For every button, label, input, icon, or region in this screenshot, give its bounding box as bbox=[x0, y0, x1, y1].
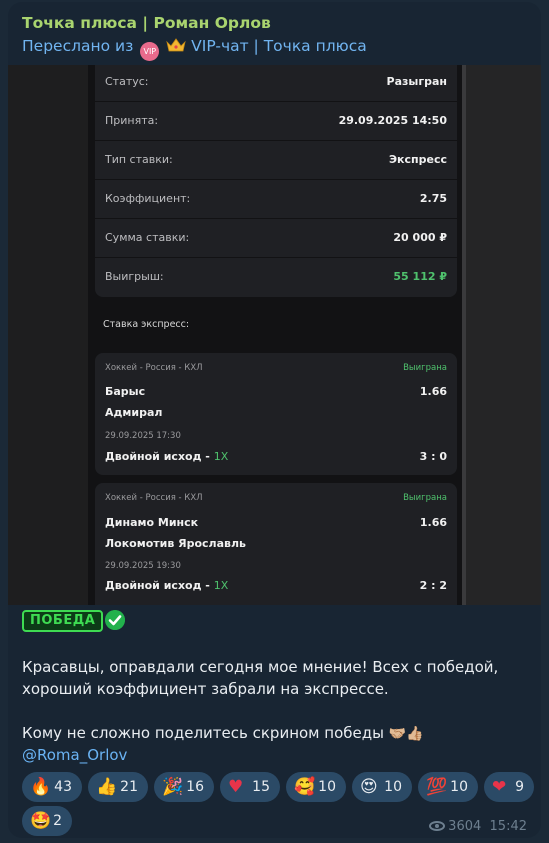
divider bbox=[95, 140, 457, 141]
message-header: Точка плюса | Роман Орлов Переслано из V… bbox=[22, 12, 367, 61]
event-card: Хоккей - Россия - КХЛ Выиграна Барыс 1.6… bbox=[95, 353, 457, 475]
view-count: 3604 bbox=[448, 819, 482, 834]
reaction-fire[interactable]: 🔥 43 bbox=[22, 772, 82, 802]
info-value: Экспресс bbox=[388, 153, 447, 166]
bet-info-panel: Статус: Разыгран Принята: 29.09.2025 14:… bbox=[95, 65, 457, 297]
caption-line-3: Кому не сложно поделитесь скрином победы… bbox=[22, 722, 424, 745]
bet-selection: 1X bbox=[213, 450, 229, 463]
forwarded-from[interactable]: Переслано из VIP VIP-чат | Точка плюса bbox=[22, 34, 367, 61]
info-label: Тип ставки: bbox=[105, 153, 173, 166]
info-row-accepted: Принята: 29.09.2025 14:50 bbox=[105, 108, 447, 134]
handshake-thumbs-icon: 🤝🏼👍🏼 bbox=[388, 726, 424, 742]
divider bbox=[95, 218, 457, 219]
divider bbox=[95, 101, 457, 102]
info-label: Сумма ставки: bbox=[105, 231, 190, 244]
thumbs-up-icon: 👍 bbox=[96, 777, 118, 797]
info-row-status: Статус: Разыгран bbox=[105, 69, 447, 95]
vip-icon: VIP bbox=[140, 42, 160, 61]
caption-line-2: хороший коэффициент забрали на экспрессе… bbox=[22, 680, 389, 698]
forwarded-channel: VIP-чат | Точка плюса bbox=[191, 37, 367, 55]
check-icon bbox=[105, 610, 126, 630]
event-bet: Двойной исход - 1X bbox=[105, 450, 228, 463]
info-value: 2.75 bbox=[419, 192, 447, 205]
event-score: 2 : 2 bbox=[419, 579, 447, 592]
background-blur bbox=[466, 65, 541, 605]
crown-icon bbox=[166, 38, 186, 52]
reaction-count: 16 bbox=[186, 779, 204, 795]
section-title: Ставка экспресс: bbox=[103, 319, 190, 330]
bet-type: Двойной исход - bbox=[105, 450, 214, 463]
event-team2: Локомотив Ярославль bbox=[105, 537, 247, 550]
event-card: Хоккей - Россия - КХЛ Выиграна Динамо Ми… bbox=[95, 483, 457, 605]
info-row-stake: Сумма ставки: 20 000 ₽ bbox=[105, 225, 447, 251]
reaction-thumbs-up[interactable]: 👍 21 bbox=[88, 772, 148, 802]
reaction-heart-fire[interactable]: ❤ 9 bbox=[484, 772, 534, 802]
screenshot-image[interactable]: Статус: Разыгран Принята: 29.09.2025 14:… bbox=[8, 65, 541, 605]
heart-icon: ♥ bbox=[228, 777, 244, 797]
reaction-count: 2 bbox=[53, 813, 62, 829]
event-datetime: 29.09.2025 19:30 bbox=[105, 561, 181, 571]
party-popper-icon: 🎉 bbox=[162, 777, 184, 797]
reaction-count: 10 bbox=[318, 779, 336, 795]
event-status: Выиграна bbox=[403, 363, 447, 373]
message-time: 15:42 bbox=[489, 819, 527, 834]
eye-icon bbox=[429, 821, 446, 831]
victory-label: ПОБЕДА bbox=[22, 610, 104, 632]
share-request: Кому не сложно поделитесь скрином победы bbox=[22, 724, 384, 742]
event-team2: Адмирал bbox=[105, 406, 163, 419]
forwarded-prefix: Переслано из bbox=[22, 37, 134, 55]
info-label: Принята: bbox=[105, 114, 159, 127]
reaction-count: 21 bbox=[120, 779, 138, 795]
event-team1: Барыс bbox=[105, 385, 146, 398]
caption-line-1: Красавцы, оправдали сегодня мое мнение! … bbox=[22, 658, 499, 676]
bet-selection: 1X bbox=[213, 579, 229, 592]
event-odd: 1.66 bbox=[419, 516, 447, 529]
reaction-heart[interactable]: ♥ 15 bbox=[220, 772, 280, 802]
info-label: Выигрыш: bbox=[105, 270, 164, 283]
event-league: Хоккей - Россия - КХЛ bbox=[105, 363, 203, 373]
info-value: 29.09.2025 14:50 bbox=[338, 114, 447, 127]
reaction-star-struck[interactable]: 🤩 2 bbox=[22, 806, 72, 836]
info-value: 55 112 ₽ bbox=[393, 270, 447, 283]
reaction-count: 9 bbox=[515, 779, 524, 795]
reaction-count: 10 bbox=[384, 779, 402, 795]
message-meta: 3604 15:42 bbox=[429, 819, 527, 834]
sender-name[interactable]: Точка плюса | Роман Орлов bbox=[22, 12, 367, 34]
event-odd: 1.66 bbox=[419, 385, 447, 398]
hundred-icon: 💯 bbox=[426, 777, 448, 797]
info-row-coef: Коэффициент: 2.75 bbox=[105, 186, 447, 212]
heart-eyes-icon: 😍 bbox=[360, 777, 378, 797]
event-score: 3 : 0 bbox=[419, 450, 447, 463]
event-status: Выиграна bbox=[403, 493, 447, 503]
event-datetime: 29.09.2025 17:30 bbox=[105, 431, 181, 441]
info-value: 20 000 ₽ bbox=[393, 231, 447, 244]
reaction-smiling-hearts[interactable]: 🥰 10 bbox=[286, 772, 346, 802]
smiling-face-hearts-icon: 🥰 bbox=[294, 777, 316, 797]
event-bet: Двойной исход - 1X bbox=[105, 579, 228, 592]
reaction-count: 43 bbox=[54, 779, 72, 795]
heart-on-fire-icon: ❤ bbox=[492, 777, 507, 797]
event-league: Хоккей - Россия - КХЛ bbox=[105, 493, 203, 503]
info-label: Статус: bbox=[105, 75, 149, 88]
bet-type: Двойной исход - bbox=[105, 579, 214, 592]
reaction-count: 10 bbox=[450, 779, 468, 795]
divider bbox=[95, 179, 457, 180]
reaction-heart-eyes[interactable]: 😍 10 bbox=[352, 772, 412, 802]
divider bbox=[95, 257, 457, 258]
info-row-win: Выигрыш: 55 112 ₽ bbox=[105, 264, 447, 290]
info-row-type: Тип ставки: Экспресс bbox=[105, 147, 447, 173]
reaction-hundred[interactable]: 💯 10 bbox=[418, 772, 478, 802]
event-team1: Динамо Минск bbox=[105, 516, 199, 529]
reaction-party[interactable]: 🎉 16 bbox=[154, 772, 214, 802]
reaction-count: 15 bbox=[252, 779, 270, 795]
mention-link[interactable]: @Roma_Orlov bbox=[22, 744, 127, 766]
info-label: Коэффициент: bbox=[105, 192, 191, 205]
victory-badge: ПОБЕДА bbox=[22, 609, 126, 632]
star-struck-icon: 🤩 bbox=[30, 811, 52, 831]
fire-icon: 🔥 bbox=[30, 777, 52, 797]
message-bubble: Точка плюса | Роман Орлов Переслано из V… bbox=[8, 2, 541, 838]
info-value: Разыгран bbox=[386, 75, 447, 88]
